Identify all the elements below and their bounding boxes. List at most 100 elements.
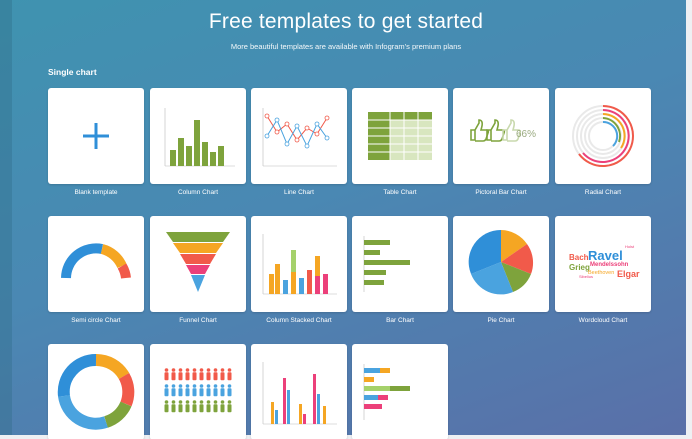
semi-circle-chart-icon xyxy=(61,243,131,279)
template-card-donut[interactable] xyxy=(48,344,144,439)
wordcloud-word: Ravel xyxy=(588,248,623,263)
person-icon xyxy=(171,384,176,397)
wordcloud-word: Elgar xyxy=(617,269,640,279)
line-chart-icon xyxy=(262,108,337,167)
person-icon xyxy=(178,400,183,413)
template-label: Semi circle Chart xyxy=(71,317,121,324)
template-card-funnel[interactable]: Funnel Chart xyxy=(150,216,246,324)
template-card-radial[interactable]: Radial Chart xyxy=(555,88,651,196)
pictoral-percent: 66% xyxy=(516,129,537,140)
template-card-grouped-column[interactable] xyxy=(251,344,347,439)
person-icon xyxy=(220,384,225,397)
template-card-wordcloud[interactable]: Bach Ravel Grieg Mendelssohn Beethoven E… xyxy=(555,216,651,324)
template-card-line[interactable]: Line Chart xyxy=(251,88,347,196)
radial-chart-icon xyxy=(572,105,634,167)
template-card-people[interactable] xyxy=(150,344,246,439)
wordcloud-word: Bach xyxy=(569,253,589,262)
template-thumbnail: 66% xyxy=(453,88,549,184)
person-icon xyxy=(178,384,183,397)
wordcloud-word: Grieg xyxy=(569,263,590,272)
grouped-column-chart-icon xyxy=(262,362,337,425)
template-label: Pie Chart xyxy=(487,317,515,324)
person-icon xyxy=(185,400,190,413)
person-icon xyxy=(164,368,169,381)
person-icon xyxy=(178,368,183,381)
section-heading: Single chart xyxy=(48,67,97,77)
template-card-stacked-bar[interactable] xyxy=(352,344,448,439)
person-icon xyxy=(192,384,197,397)
person-icon xyxy=(199,384,204,397)
person-icon xyxy=(227,384,232,397)
template-thumbnail xyxy=(251,216,347,312)
wordcloud-word: Holst xyxy=(625,244,635,249)
plus-icon xyxy=(83,123,109,149)
wordcloud-word: Sibelius xyxy=(579,274,594,279)
template-thumbnail xyxy=(453,216,549,312)
window-edge xyxy=(0,0,12,439)
template-thumbnail xyxy=(352,216,448,312)
template-thumbnail xyxy=(150,344,246,439)
person-icon xyxy=(164,400,169,413)
person-icon xyxy=(206,384,211,397)
donut-chart-icon xyxy=(57,353,135,430)
page-title: Free templates to get started xyxy=(208,10,484,33)
person-icon xyxy=(171,400,176,413)
template-card-table[interactable]: Table Chart xyxy=(352,88,448,196)
template-thumbnail xyxy=(150,216,246,312)
template-thumbnail xyxy=(352,344,448,439)
template-thumbnail xyxy=(352,88,448,184)
person-icon xyxy=(220,368,225,381)
template-thumbnail xyxy=(251,344,347,439)
template-thumbnail xyxy=(555,88,651,184)
template-card-blank[interactable]: Blank template xyxy=(48,88,144,196)
template-thumbnail: Bach Ravel Grieg Mendelssohn Beethoven E… xyxy=(555,216,651,312)
table-chart-icon xyxy=(368,112,432,160)
template-thumbnail xyxy=(48,344,144,439)
template-label: Table Chart xyxy=(383,189,417,196)
person-icon xyxy=(227,400,232,413)
person-icon xyxy=(192,400,197,413)
template-label: Column Stacked Chart xyxy=(266,317,332,324)
person-icon xyxy=(199,368,204,381)
wordcloud-word: Mendelssohn xyxy=(590,262,629,268)
person-icon xyxy=(213,400,218,413)
template-thumbnail xyxy=(48,216,144,312)
people-chart-icon xyxy=(164,368,232,413)
person-icon xyxy=(213,368,218,381)
template-card-column-stacked[interactable]: Column Stacked Chart xyxy=(251,216,347,324)
template-card-bar[interactable]: Bar Chart xyxy=(352,216,448,324)
template-card-column[interactable]: Column Chart xyxy=(150,88,246,196)
person-icon xyxy=(192,368,197,381)
template-label: Line Chart xyxy=(284,189,314,196)
pie-chart-icon xyxy=(468,229,534,295)
template-card-semi-circle[interactable]: Semi circle Chart xyxy=(48,216,144,324)
person-icon xyxy=(220,400,225,413)
person-icon xyxy=(227,368,232,381)
template-label: Pictoral Bar Chart xyxy=(475,189,527,196)
person-icon xyxy=(206,400,211,413)
stacked-column-chart-icon xyxy=(262,234,337,295)
template-label: Wordcloud Chart xyxy=(578,317,628,324)
template-card-pie[interactable]: Pie Chart xyxy=(453,216,549,324)
template-thumbnail xyxy=(251,88,347,184)
person-icon xyxy=(185,384,190,397)
template-label: Column Chart xyxy=(177,189,219,196)
template-label: Bar Chart xyxy=(386,317,414,324)
person-icon xyxy=(213,384,218,397)
funnel-chart-icon xyxy=(166,232,230,292)
template-label: Blank template xyxy=(74,189,118,196)
template-card-pictoral-bar[interactable]: 66% Pictoral Bar Chart xyxy=(453,88,549,196)
template-label: Funnel Chart xyxy=(179,317,217,324)
person-icon xyxy=(185,368,190,381)
window-edge-right xyxy=(686,0,692,439)
person-icon xyxy=(206,368,211,381)
template-thumbnail xyxy=(150,88,246,184)
template-label: Radial Chart xyxy=(584,189,622,196)
stacked-bar-chart-icon xyxy=(363,364,410,420)
page-subtitle: More beautiful templates are available w… xyxy=(230,42,462,51)
person-icon xyxy=(199,400,204,413)
person-icon xyxy=(171,368,176,381)
template-thumbnail xyxy=(48,88,144,184)
person-icon xyxy=(164,384,169,397)
column-chart-icon xyxy=(164,108,235,167)
